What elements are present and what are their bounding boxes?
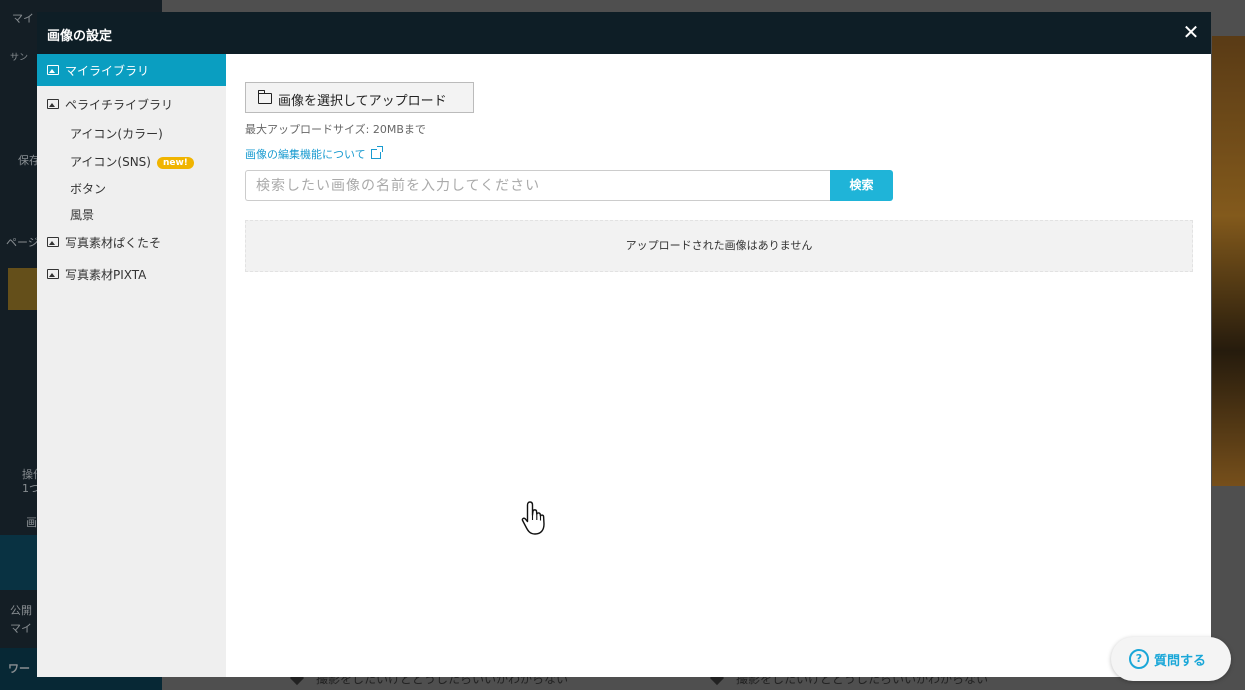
sidebar-item-label: 写真素材ぱくたそ xyxy=(65,236,162,250)
upload-button-label: 画像を選択してアップロード xyxy=(278,94,447,109)
sidebar-subitem-button[interactable]: ボタン xyxy=(70,180,106,197)
sidebar-item-peraichi-library[interactable]: ペライチライブラリ xyxy=(37,88,226,120)
close-button[interactable]: ✕ xyxy=(1179,20,1203,44)
library-sidebar: マイライブラリ ペライチライブラリ アイコン(カラー) アイコン(SNS) new… xyxy=(37,54,226,677)
edit-link-label: 画像の編集機能について xyxy=(245,148,366,161)
search-button[interactable]: 検索 xyxy=(830,170,893,201)
image-icon xyxy=(47,237,59,247)
image-icon xyxy=(47,269,59,279)
help-button-label: 質問する xyxy=(1154,654,1207,669)
sidebar-subitem-icon-sns[interactable]: アイコン(SNS) new! xyxy=(70,153,194,170)
max-upload-size-text: 最大アップロードサイズ: 20MBまで xyxy=(245,123,426,136)
sidebar-item-label: マイライブラリ xyxy=(65,64,150,78)
folder-open-icon xyxy=(257,90,272,104)
sidebar-item-pixta[interactable]: 写真素材PIXTA xyxy=(37,258,226,290)
image-icon xyxy=(47,99,59,109)
modal-content: 画像を選択してアップロード 最大アップロードサイズ: 20MBまで 画像の編集機… xyxy=(226,54,1211,677)
external-link-icon xyxy=(370,146,383,159)
help-question-button[interactable]: ? 質問する xyxy=(1111,637,1231,681)
image-settings-modal: 画像の設定 ✕ マイライブラリ ペライチライブラリ アイコン(カラー) アイコン… xyxy=(37,12,1211,677)
sidebar-subitem-label: アイコン(SNS) xyxy=(70,155,151,169)
image-icon xyxy=(47,65,59,75)
sidebar-item-label: 写真素材PIXTA xyxy=(65,268,147,282)
sidebar-subitem-scenery[interactable]: 風景 xyxy=(70,206,94,223)
empty-state-message: アップロードされた画像はありません xyxy=(245,220,1193,272)
image-edit-help-link[interactable]: 画像の編集機能について xyxy=(245,146,383,162)
new-badge: new! xyxy=(156,157,194,169)
sidebar-item-pakutaso[interactable]: 写真素材ぱくたそ xyxy=(37,226,226,258)
image-search-input[interactable] xyxy=(245,170,831,201)
hand-pointer-icon xyxy=(521,501,545,535)
modal-header: 画像の設定 ✕ xyxy=(37,12,1211,54)
modal-title: 画像の設定 xyxy=(47,29,113,44)
sidebar-subitem-icon-color[interactable]: アイコン(カラー) xyxy=(70,125,163,142)
upload-image-button[interactable]: 画像を選択してアップロード xyxy=(245,82,474,113)
sidebar-item-my-library[interactable]: マイライブラリ xyxy=(37,54,226,86)
question-circle-icon: ? xyxy=(1129,649,1149,669)
sidebar-item-label: ペライチライブラリ xyxy=(65,98,174,112)
